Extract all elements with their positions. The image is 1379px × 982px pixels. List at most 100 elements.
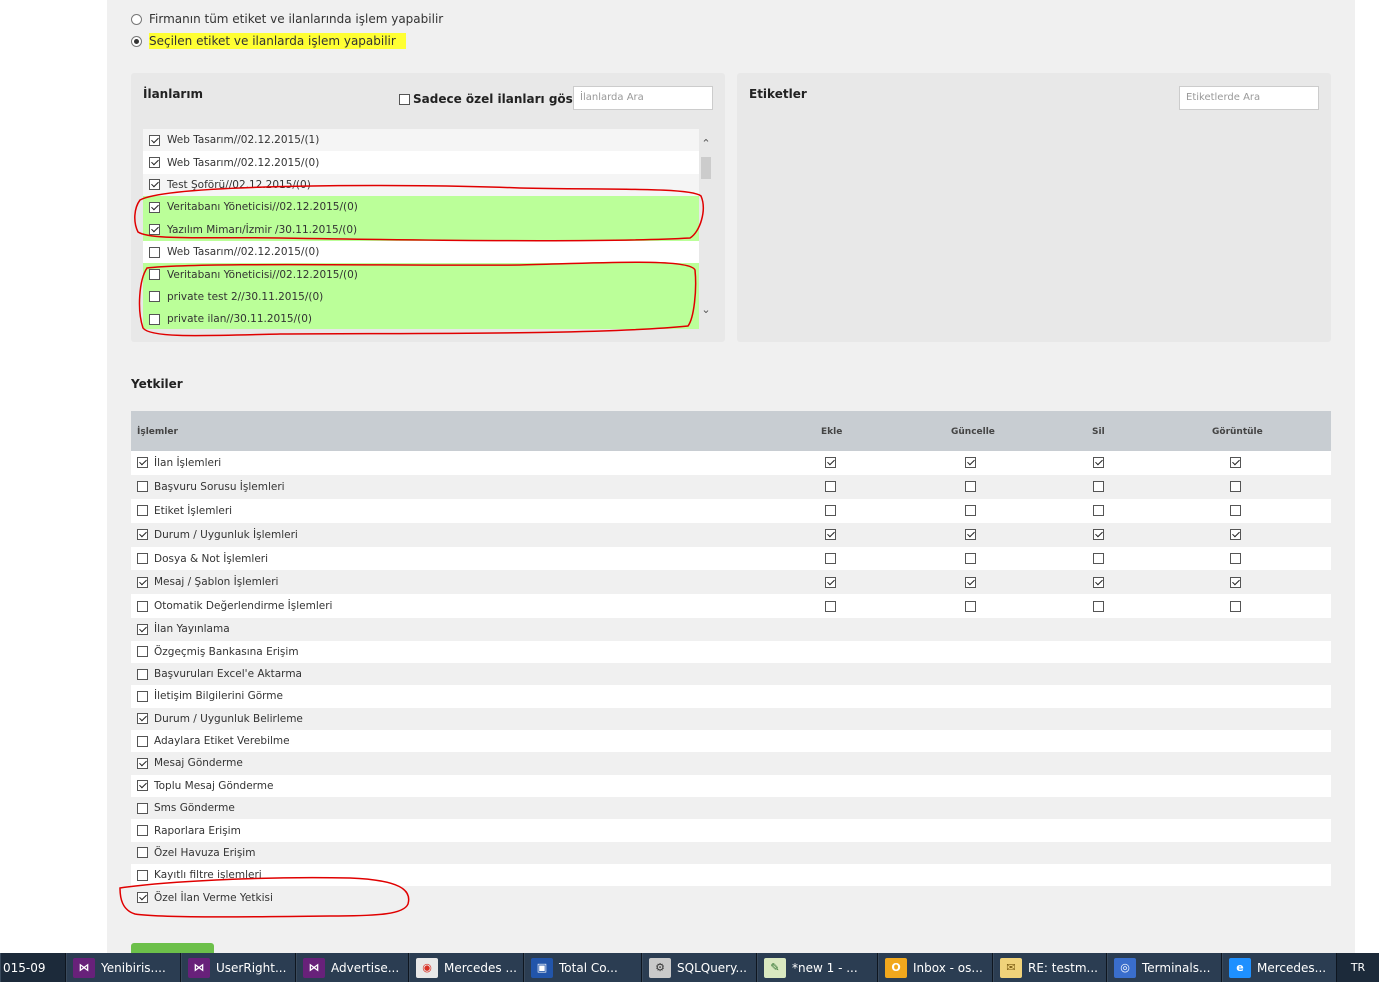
permission-label-group[interactable]: Dosya & Not İşlemleri	[137, 553, 268, 565]
taskbar-item[interactable]: ▣ Total Co...	[524, 953, 642, 982]
permission-label-group[interactable]: İletişim Bilgilerini Görme	[137, 690, 283, 702]
perm-guncelle-checkbox[interactable]	[965, 505, 976, 517]
scope-all-radio[interactable]	[131, 13, 142, 25]
perm-goruntule-checkbox[interactable]	[1230, 576, 1241, 588]
permission-label-group[interactable]: Raporlara Erişim	[137, 825, 241, 837]
permission-checkbox[interactable]	[137, 529, 148, 541]
perm-guncelle-checkbox[interactable]	[965, 481, 976, 493]
ilan-list-item[interactable]: Yazılım Mimarı/İzmir /30.11.2015/(0)	[143, 218, 699, 241]
permission-checkbox[interactable]	[137, 481, 148, 493]
permission-label-group[interactable]: Özgeçmiş Bankasına Erişim	[137, 646, 299, 658]
taskbar-item[interactable]: ◉ Mercedes ...	[409, 953, 524, 982]
ilan-list-item[interactable]: Web Tasarım//02.12.2015/(1)	[143, 129, 699, 152]
perm-sil-checkbox[interactable]	[1093, 457, 1104, 469]
taskbar-item[interactable]: ⋈ Yenibiris....	[66, 953, 181, 982]
permission-label-group[interactable]: Durum / Uygunluk Belirleme	[137, 713, 303, 725]
ilan-list-item[interactable]: Web Tasarım//02.12.2015/(0)	[143, 151, 699, 174]
scroll-thumb[interactable]	[701, 157, 711, 179]
etiketler-search-input[interactable]: Etiketlerde Ara	[1179, 86, 1319, 110]
ilan-checkbox[interactable]	[149, 269, 160, 281]
scope-option-all[interactable]: Firmanın tüm etiket ve ilanlarında işlem…	[131, 12, 443, 26]
permission-label-group[interactable]: İlan İşlemleri	[137, 457, 221, 469]
perm-sil-checkbox[interactable]	[1093, 576, 1104, 588]
perm-sil-checkbox[interactable]	[1093, 553, 1104, 564]
permission-checkbox[interactable]	[137, 646, 148, 658]
ilan-checkbox[interactable]	[149, 157, 160, 169]
permission-label-group[interactable]: Özel Havuza Erişim	[137, 847, 255, 859]
perm-goruntule-checkbox[interactable]	[1230, 505, 1241, 517]
permission-label-group[interactable]: Özel İlan Verme Yetkisi	[137, 892, 273, 904]
perm-goruntule-checkbox[interactable]	[1230, 457, 1241, 469]
scope-selected-radio[interactable]	[131, 35, 142, 47]
perm-guncelle-checkbox[interactable]	[965, 529, 976, 541]
ilan-checkbox[interactable]	[149, 291, 160, 303]
permission-label-group[interactable]: Etiket İşlemleri	[137, 505, 232, 517]
permission-checkbox[interactable]	[137, 576, 148, 588]
ilan-checkbox[interactable]	[149, 134, 160, 146]
permission-label-group[interactable]: Başvuruları Excel'e Aktarma	[137, 668, 302, 680]
perm-guncelle-checkbox[interactable]	[965, 576, 976, 588]
taskbar-item[interactable]: ⋈ UserRight...	[181, 953, 296, 982]
perm-sil-checkbox[interactable]	[1093, 600, 1104, 612]
perm-guncelle-checkbox[interactable]	[965, 553, 976, 564]
permission-checkbox[interactable]	[137, 735, 148, 747]
ilan-checkbox[interactable]	[149, 224, 160, 236]
permission-label-group[interactable]: Kayıtlı filtre işlemleri	[137, 869, 262, 881]
perm-ekle-checkbox[interactable]	[825, 576, 836, 588]
language-indicator[interactable]: TR	[1337, 953, 1379, 982]
permission-checkbox[interactable]	[137, 802, 148, 814]
permission-checkbox[interactable]	[137, 600, 148, 612]
ilan-list-item[interactable]: Web Tasarım//02.12.2015/(0)	[143, 240, 699, 264]
ilanlar-scrollbar[interactable]: ⌃ ⌄	[699, 129, 713, 329]
scroll-down-icon[interactable]: ⌄	[699, 303, 713, 317]
ilanlar-search-input[interactable]: İlanlarda Ara	[573, 86, 713, 110]
perm-ekle-checkbox[interactable]	[825, 505, 836, 517]
ilan-list-item[interactable]: private test 2//30.11.2015/(0)	[143, 285, 699, 309]
save-button[interactable]	[131, 943, 214, 953]
permission-label-group[interactable]: Başvuru Sorusu İşlemleri	[137, 481, 285, 493]
perm-sil-checkbox[interactable]	[1093, 481, 1104, 493]
permission-checkbox[interactable]	[137, 869, 148, 881]
permission-checkbox[interactable]	[137, 757, 148, 769]
permission-checkbox[interactable]	[137, 623, 148, 635]
ilan-list-item[interactable]: Test Şoförü//02.12.2015/(0)	[143, 173, 699, 197]
permission-label-group[interactable]: Otomatik Değerlendirme İşlemleri	[137, 600, 332, 612]
ilan-checkbox[interactable]	[149, 313, 160, 325]
taskbar-item[interactable]: ✎ *new 1 - ...	[757, 953, 878, 982]
permission-checkbox[interactable]	[137, 457, 148, 469]
ilan-checkbox[interactable]	[149, 179, 160, 191]
taskbar-item[interactable]: e Mercedes...	[1222, 953, 1337, 982]
ilan-list-item[interactable]: Veritabanı Yöneticisi//02.12.2015/(0)	[143, 196, 699, 219]
perm-ekle-checkbox[interactable]	[825, 600, 836, 612]
taskbar-clock[interactable]: 015-09	[0, 953, 66, 982]
permission-label-group[interactable]: Mesaj / Şablon İşlemleri	[137, 576, 278, 588]
perm-sil-checkbox[interactable]	[1093, 505, 1104, 517]
perm-goruntule-checkbox[interactable]	[1230, 553, 1241, 564]
permission-label-group[interactable]: Sms Gönderme	[137, 802, 235, 814]
permission-checkbox[interactable]	[137, 847, 148, 859]
permission-checkbox[interactable]	[137, 505, 148, 517]
permission-checkbox[interactable]	[137, 553, 148, 564]
permission-checkbox[interactable]	[137, 825, 148, 836]
permission-checkbox[interactable]	[137, 690, 148, 702]
permission-checkbox[interactable]	[137, 713, 148, 725]
permission-checkbox[interactable]	[137, 892, 148, 904]
perm-goruntule-checkbox[interactable]	[1230, 529, 1241, 541]
scope-option-selected[interactable]: Seçilen etiket ve ilanlarda işlem yapabi…	[131, 33, 406, 49]
perm-sil-checkbox[interactable]	[1093, 529, 1104, 541]
scroll-up-icon[interactable]: ⌃	[699, 137, 713, 151]
permission-label-group[interactable]: Adaylara Etiket Verebilme	[137, 735, 290, 747]
perm-ekle-checkbox[interactable]	[825, 529, 836, 541]
permission-label-group[interactable]: Mesaj Gönderme	[137, 757, 243, 769]
perm-guncelle-checkbox[interactable]	[965, 457, 976, 469]
perm-goruntule-checkbox[interactable]	[1230, 600, 1241, 612]
taskbar-item[interactable]: ⋈ Advertise...	[296, 953, 409, 982]
permission-label-group[interactable]: Durum / Uygunluk İşlemleri	[137, 529, 298, 541]
taskbar-item[interactable]: ✉ RE: testm...	[993, 953, 1107, 982]
ilan-checkbox[interactable]	[149, 246, 160, 258]
perm-ekle-checkbox[interactable]	[825, 457, 836, 469]
permission-checkbox[interactable]	[137, 780, 148, 792]
taskbar-item[interactable]: O Inbox - os...	[878, 953, 993, 982]
ilan-list-item[interactable]: private ilan//30.11.2015/(0)	[143, 308, 699, 329]
perm-ekle-checkbox[interactable]	[825, 553, 836, 564]
